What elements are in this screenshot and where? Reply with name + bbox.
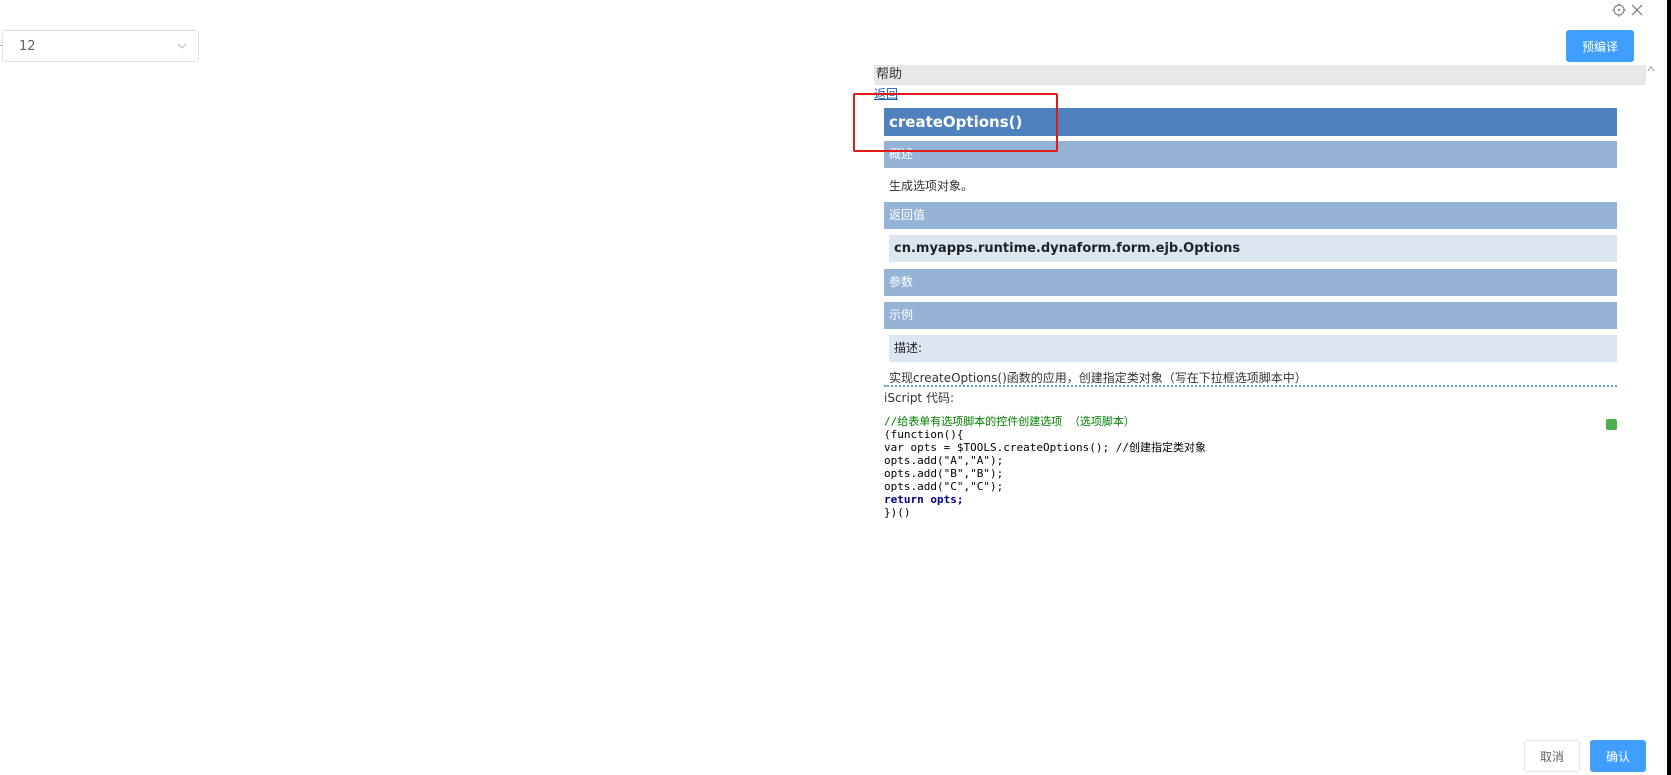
code-block[interactable]: //给表单有选项脚本的控件创建选项 （选项脚本） (function(){ va… (884, 415, 1206, 519)
code-line: opts.add("C","C"); (884, 480, 1004, 493)
number-select[interactable]: 12 (2, 30, 199, 62)
code-line: var opts = $TOOLS.createOptions(); //创建指… (884, 441, 1207, 454)
chevron-down-icon (176, 40, 188, 52)
divider (884, 385, 1617, 387)
example-desc-label: 描述: (889, 335, 1617, 362)
precompile-button[interactable]: 预编译 (1566, 30, 1634, 62)
return-type: cn.myapps.runtime.dynaform.form.ejb.Opti… (889, 235, 1617, 262)
return-section: 返回值 (884, 202, 1617, 229)
close-icon[interactable] (1629, 2, 1645, 18)
code-line: opts.add("B","B"); (884, 467, 1004, 480)
overview-text: 生成选项对象。 (889, 179, 974, 193)
cancel-button[interactable]: 取消 (1524, 740, 1580, 772)
window-edge (1667, 0, 1671, 775)
code-line: })() (884, 506, 911, 519)
code-label: iScript 代码: (884, 391, 954, 405)
back-link[interactable]: 返回 (874, 85, 898, 102)
example-desc-text: 实现createOptions()函数的应用，创建指定类对象（写在下拉框选项脚本… (889, 371, 1307, 385)
help-scrollbar[interactable] (1646, 65, 1656, 385)
copy-code-icon[interactable] (1606, 419, 1617, 430)
confirm-button[interactable]: 确认 (1590, 740, 1646, 772)
params-section: 参数 (884, 269, 1617, 296)
code-line: (function(){ (884, 428, 964, 441)
code-line: opts.add("A","A"); (884, 454, 1004, 467)
target-icon[interactable] (1611, 2, 1627, 18)
code-line: //给表单有选项脚本的控件创建选项 （选项脚本） (884, 415, 1135, 428)
help-header: 帮助 (874, 65, 1646, 85)
overview-section: 概述 (884, 141, 1617, 168)
function-title: createOptions() (884, 108, 1617, 136)
select-value: 12 (19, 39, 36, 54)
example-section: 示例 (884, 302, 1617, 329)
code-line: return opts; (884, 493, 964, 506)
